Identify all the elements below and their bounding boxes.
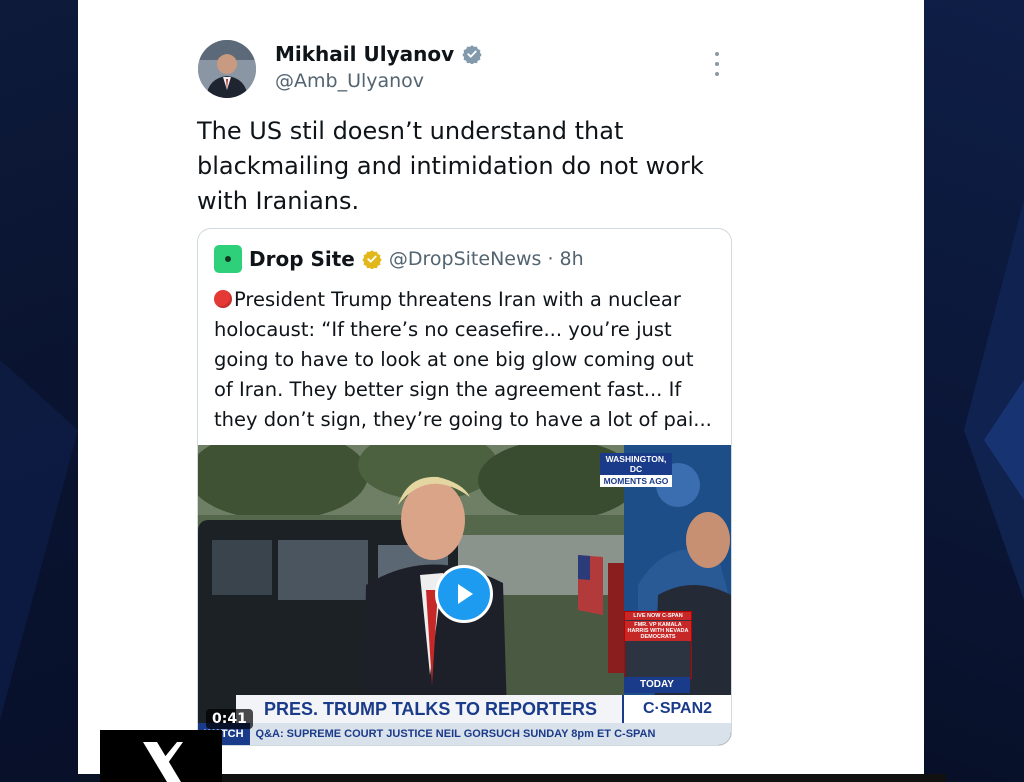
video-player[interactable]: WASHINGTON, DC MOMENTS AGO LIVE NOW C-SP…	[198, 445, 731, 745]
quoted-text-body: President Trump threatens Iran with a nu…	[214, 288, 712, 431]
news-ticker: WATCH Q&A: SUPREME COURT JUSTICE NEIL GOR…	[198, 723, 731, 745]
x-logo-icon	[100, 730, 222, 782]
location-tag: WASHINGTON, DC MOMENTS AGO	[600, 453, 672, 487]
author-handle[interactable]: @Amb_Ulyanov	[275, 70, 424, 92]
drop-site-logo-icon[interactable]	[214, 245, 242, 273]
background-chevrons	[964, 200, 1024, 600]
verified-badge-icon	[462, 45, 482, 64]
video-duration: 0:41	[206, 709, 253, 729]
quoted-author-name[interactable]: Drop Site	[249, 247, 355, 271]
quoted-tweet[interactable]: Drop Site @DropSiteNews · 8h President T…	[197, 228, 732, 746]
author-avatar[interactable]	[198, 40, 256, 98]
author-name[interactable]: Mikhail Ulyanov	[275, 42, 454, 66]
red-circle-emoji-icon	[214, 290, 232, 308]
quoted-tweet-text: President Trump threatens Iran with a nu…	[214, 285, 714, 435]
tweet-text: The US stil doesn’t understand that blac…	[197, 117, 704, 215]
author-name-row: Mikhail Ulyanov	[275, 42, 482, 66]
network-logo: C·SPAN2	[622, 695, 731, 723]
quoted-handle-time[interactable]: @DropSiteNews · 8h	[389, 248, 584, 270]
bottom-bar	[222, 774, 946, 782]
today-label: TODAY	[624, 677, 690, 693]
verified-gold-badge-icon	[362, 250, 382, 269]
headline-chyron: PRES. TRUMP TALKS TO REPORTERS	[236, 695, 622, 723]
quoted-tweet-header: Drop Site @DropSiteNews · 8h	[214, 245, 584, 273]
live-now-panel: LIVE NOW C-SPAN FMR. VP KAMALA HARRIS WI…	[624, 611, 692, 679]
play-button-icon[interactable]	[435, 565, 493, 623]
background-left-shape	[0, 360, 78, 720]
more-options-icon[interactable]	[712, 52, 722, 76]
